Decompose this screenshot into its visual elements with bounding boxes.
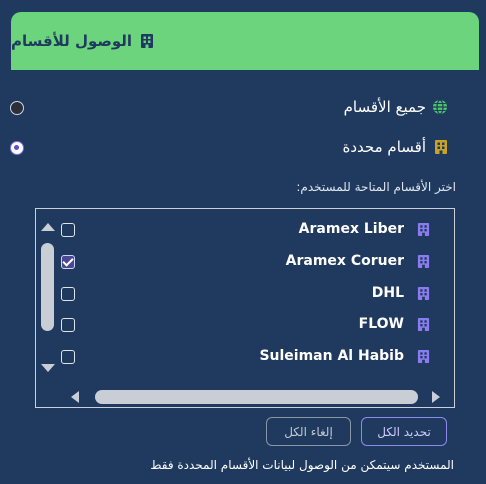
department-label: Aramex Liber — [298, 221, 404, 237]
building-icon — [417, 349, 430, 368]
department-label: Aramex Coruer — [285, 253, 404, 269]
building-icon — [140, 33, 154, 49]
list-item[interactable]: Aramex Liber — [58, 219, 454, 243]
scroll-left-icon[interactable] — [71, 391, 79, 403]
vertical-scrollbar[interactable] — [37, 210, 57, 388]
department-label: Suleiman Al Habib — [259, 348, 404, 364]
department-checkbox[interactable] — [61, 318, 75, 332]
vertical-scroll-thumb[interactable] — [41, 243, 54, 331]
access-option-all[interactable]: جميع الأقسام — [0, 96, 486, 120]
department-prompt: اختر الأقسام المتاحة للمستخدم: — [296, 180, 456, 194]
department-checkbox[interactable] — [61, 255, 75, 269]
header-title: الوصول للأقسام — [11, 32, 133, 50]
building-icon — [417, 254, 430, 273]
list-item[interactable]: FLOW — [58, 314, 454, 338]
list-item[interactable]: Aramex Coruer — [58, 251, 454, 275]
department-checkbox[interactable] — [61, 223, 75, 237]
scroll-up-icon[interactable] — [41, 223, 55, 231]
department-checkbox[interactable] — [61, 350, 75, 364]
access-option-specific[interactable]: أقسام محددة — [0, 136, 486, 160]
footer-note: المستخدم سيتمكن من الوصول لبيانات الأقسا… — [150, 458, 454, 472]
department-label: DHL — [371, 285, 404, 301]
building-icon — [417, 222, 430, 241]
radio-specific-departments[interactable] — [10, 141, 24, 155]
access-header: الوصول للأقسام — [11, 12, 479, 70]
horizontal-scroll-thumb[interactable] — [95, 390, 418, 404]
building-icon — [417, 317, 430, 336]
select-all-button[interactable]: تحديد الكل — [361, 417, 447, 446]
globe-icon — [432, 99, 448, 119]
option-label-specific: أقسام محددة — [342, 138, 426, 156]
department-listbox[interactable]: Aramex Liber Aramex Coruer DHL FLOW Sule… — [35, 208, 455, 408]
list-item[interactable]: Suleiman Al Habib — [58, 346, 454, 370]
clear-all-button[interactable]: إلغاء الكل — [266, 417, 351, 446]
scrollbar-corner — [37, 388, 57, 407]
option-label-all: جميع الأقسام — [343, 98, 426, 116]
horizontal-scrollbar[interactable] — [57, 388, 454, 407]
scroll-down-icon[interactable] — [41, 364, 55, 372]
department-label: FLOW — [358, 316, 404, 332]
building-icon — [417, 286, 430, 305]
scroll-right-icon[interactable] — [432, 391, 440, 403]
building-icon — [434, 139, 448, 159]
list-item[interactable]: DHL — [58, 283, 454, 307]
department-checkbox[interactable] — [61, 287, 75, 301]
radio-all-departments[interactable] — [10, 101, 24, 115]
